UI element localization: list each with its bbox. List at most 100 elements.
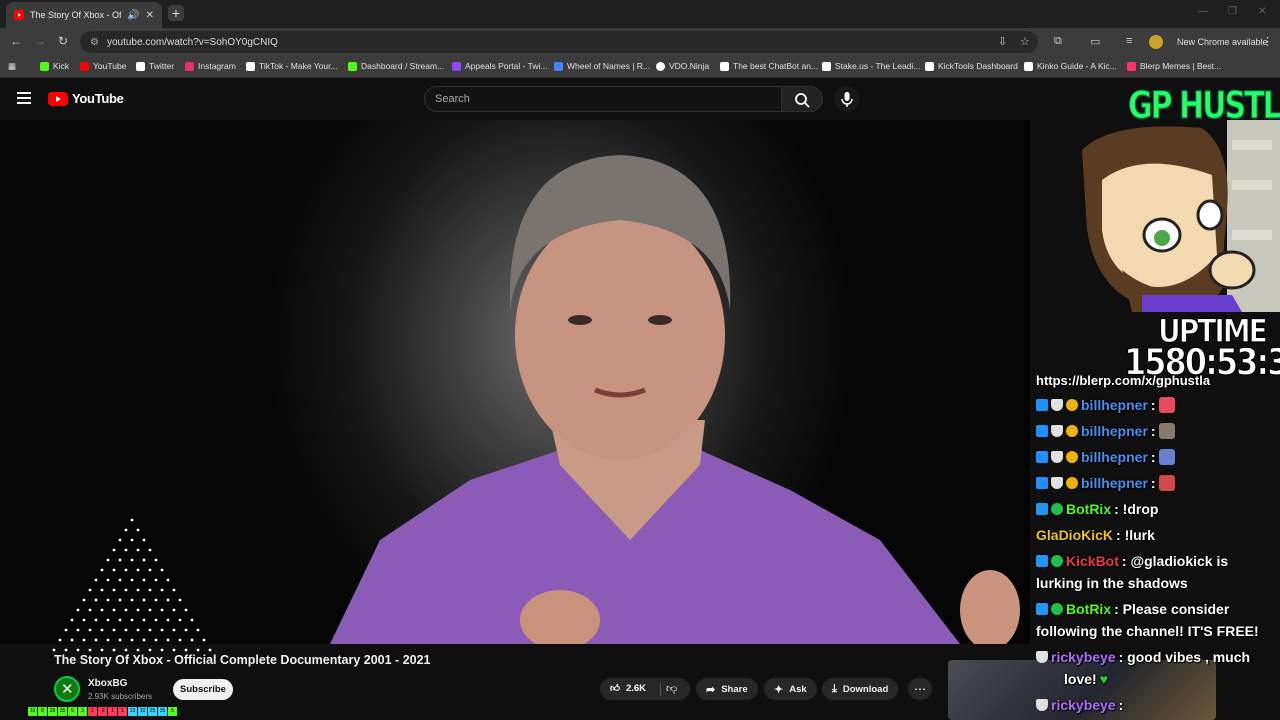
bookmark-vdo[interactable]: VDO.Ninja [656,61,709,71]
subscriber-count: 2.93K subscribers [88,692,153,701]
site-info-icon[interactable]: ⚙ [90,37,99,48]
chat-message: billhepner : [1036,472,1175,494]
more-actions-button[interactable]: ⋯ [908,678,932,700]
dot [124,588,128,592]
bookmark-tiktok[interactable]: TikTok - Make Your... [246,61,338,71]
hamburger-menu-icon[interactable] [17,92,31,104]
chat-text-continued: following the channel! IT'S FREE! [1036,623,1259,639]
close-tab-icon[interactable]: ✕ [146,10,154,21]
speaker-icon[interactable]: 🔊 [127,10,139,21]
install-icon[interactable]: ⇩ [998,35,1007,48]
dot [136,588,140,592]
emote-icon [1158,475,1175,491]
chat-message: KickBot : @gladiokick is [1036,550,1228,572]
dot [166,638,170,642]
search-input[interactable]: Search [424,86,782,112]
bookmark-star-icon[interactable]: ☆ [1020,35,1030,48]
media-control-icon[interactable]: ≡ [1126,35,1132,47]
bookmark-kicktools[interactable]: KickTools Dashboard [925,61,1018,71]
bookmark-kinko[interactable]: Kinko Guide - A Kic... [1024,61,1117,71]
like-count: 2.6K [625,682,647,694]
bookmark-instagram[interactable]: Instagram [185,61,236,71]
new-chrome-notice[interactable]: New Chrome available [1177,37,1268,47]
thumbs-down-icon: 👎︎ [666,683,678,695]
dot [154,638,158,642]
search-button[interactable] [781,86,823,112]
youtube-logo[interactable]: YouTube [48,91,124,106]
dislike-button[interactable]: 👎︎ [666,682,677,695]
download-button[interactable]: ⤓ Download [822,678,899,700]
badge-icon [1036,699,1048,711]
dot [88,648,92,652]
dot [184,648,188,652]
browser-tab[interactable]: The Story Of Xbox - Official 🔊 ✕ [6,2,162,28]
close-window-icon[interactable]: ✕ [1258,6,1266,17]
dot [136,548,140,552]
badge-icon [1051,477,1063,489]
youtube-play-icon [48,91,68,106]
chat-username: rickybeye [1051,649,1116,665]
channel-avatar[interactable] [54,676,80,702]
menu-dots-icon[interactable]: ⋮ [1262,35,1273,48]
meter-cell: 1 [108,707,117,716]
bookmark-dashboard[interactable]: Dashboard / Stream... [348,61,444,71]
bookmark-stake[interactable]: Stake.us - The Leadi... [822,61,920,71]
dot [106,638,110,642]
ask-button[interactable]: ✦ Ask [764,678,817,700]
cast-icon[interactable]: ▭ [1090,35,1100,48]
dot-triangle-decoration [52,518,212,652]
dot [136,628,140,632]
dot [118,638,122,642]
dot [136,648,140,652]
chat-text-continued: love! ♥ [1064,668,1108,690]
subscribe-button[interactable]: Subscribe [173,679,233,700]
bookmark-youtube[interactable]: YouTube [80,61,126,71]
apps-grid-icon[interactable]: ▦ [8,61,16,72]
bot-badge-icon [1036,555,1048,567]
address-bar[interactable]: ⚙ youtube.com/watch?v=SohOY0gCNIQ [80,31,1038,53]
cartoon-avatar-overlay [1082,120,1280,312]
badge-icon [1036,477,1048,489]
bookmark-kick[interactable]: Kick [40,61,69,71]
voice-search-button[interactable] [834,86,860,112]
dot [148,608,152,612]
bookmark-twitter[interactable]: Twitter [136,61,174,71]
reload-icon[interactable]: ↻ [58,34,68,48]
dot [130,638,134,642]
dot [106,558,110,562]
dot [94,638,98,642]
channel-name[interactable]: XboxBG [88,678,127,689]
forward-icon[interactable]: → [34,34,46,48]
dot [124,608,128,612]
chat-message: rickybeye : [1036,694,1123,716]
dot [112,568,116,572]
chat-text-continued: lurking in the shadows [1036,575,1188,591]
heart-icon: ♥ [1099,671,1108,687]
like-button[interactable]: 👍︎ 2.6K [610,682,647,695]
extensions-icon[interactable]: ⧉ [1054,35,1062,48]
dot [190,638,194,642]
bookmark-blerp[interactable]: Blerp Memes | Best... [1127,61,1221,71]
dot [172,608,176,612]
minimize-icon[interactable]: — [1198,6,1208,17]
dot [178,638,182,642]
dot [76,648,80,652]
bookmark-appeals[interactable]: Appeals Portal - Twi... [452,61,548,71]
emote-icon [1158,423,1175,439]
meter-cell: 8 [38,707,47,716]
badge-icon [1036,451,1048,463]
bookmark-chatbot[interactable]: The best ChatBot an... [720,61,818,71]
new-tab-button[interactable]: + [168,5,184,21]
bookmark-wheel[interactable]: Wheel of Names | R... [554,61,650,71]
video-title: The Story Of Xbox - Official Complete Do… [54,653,431,667]
chat-text: : [1150,423,1156,439]
profile-avatar[interactable] [1149,35,1163,49]
dot [118,538,122,542]
dot [148,648,152,652]
maximize-icon[interactable]: ❐ [1228,6,1237,17]
back-icon[interactable]: ← [10,34,22,48]
dot [124,528,128,532]
chat-message: GlaDioKicK : !lurk [1036,524,1155,546]
microphone-icon [841,92,853,107]
share-button[interactable]: ➦ Share [696,678,758,700]
